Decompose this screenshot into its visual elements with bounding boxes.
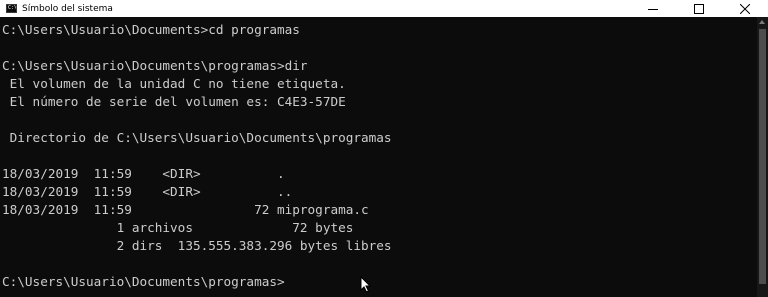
console-line: El volumen de la unidad C no tiene etiqu…: [2, 76, 346, 91]
title-bar[interactable]: C:\ Símbolo del sistema: [0, 0, 768, 17]
console-line: 18/03/2019 11:59 <DIR> ..: [2, 184, 293, 199]
window-title: Símbolo del sistema: [22, 3, 113, 14]
console-line: 18/03/2019 11:59 <DIR> .: [2, 166, 285, 181]
console-line: 1 archivos 72 bytes: [2, 220, 354, 235]
minimize-button[interactable]: [630, 0, 676, 17]
prompt-line: C:\Users\Usuario\Documents\programas>: [2, 274, 285, 289]
maximize-icon: [694, 3, 704, 14]
minimize-icon: [648, 8, 658, 10]
vertical-scrollbar[interactable]: [757, 17, 768, 297]
console-line: 18/03/2019 11:59 72 miprograma.c: [2, 202, 369, 217]
console-line: Directorio de C:\Users\Usuario\Documents…: [2, 130, 392, 145]
close-button[interactable]: [722, 0, 768, 17]
window-controls: [630, 0, 768, 17]
close-icon: [740, 3, 750, 14]
command-prompt-window: C:\ Símbolo del sistema C:\Users\Usuario…: [0, 0, 768, 297]
scroll-up-icon[interactable]: [759, 20, 765, 24]
scrollbar-thumb[interactable]: [759, 29, 766, 284]
console-line: 2 dirs 135.555.383.296 bytes libres: [2, 238, 392, 253]
mouse-pointer-icon: [360, 276, 372, 293]
console-line: C:\Users\Usuario\Documents>cd programas: [2, 22, 300, 37]
maximize-button[interactable]: [676, 0, 722, 17]
console-line: El número de serie del volumen es: C4E3-…: [2, 94, 346, 109]
console-line: C:\Users\Usuario\Documents\programas>dir: [2, 58, 308, 73]
console-output[interactable]: C:\Users\Usuario\Documents>cd programas …: [0, 17, 757, 297]
cmd-icon: C:\: [6, 4, 17, 13]
